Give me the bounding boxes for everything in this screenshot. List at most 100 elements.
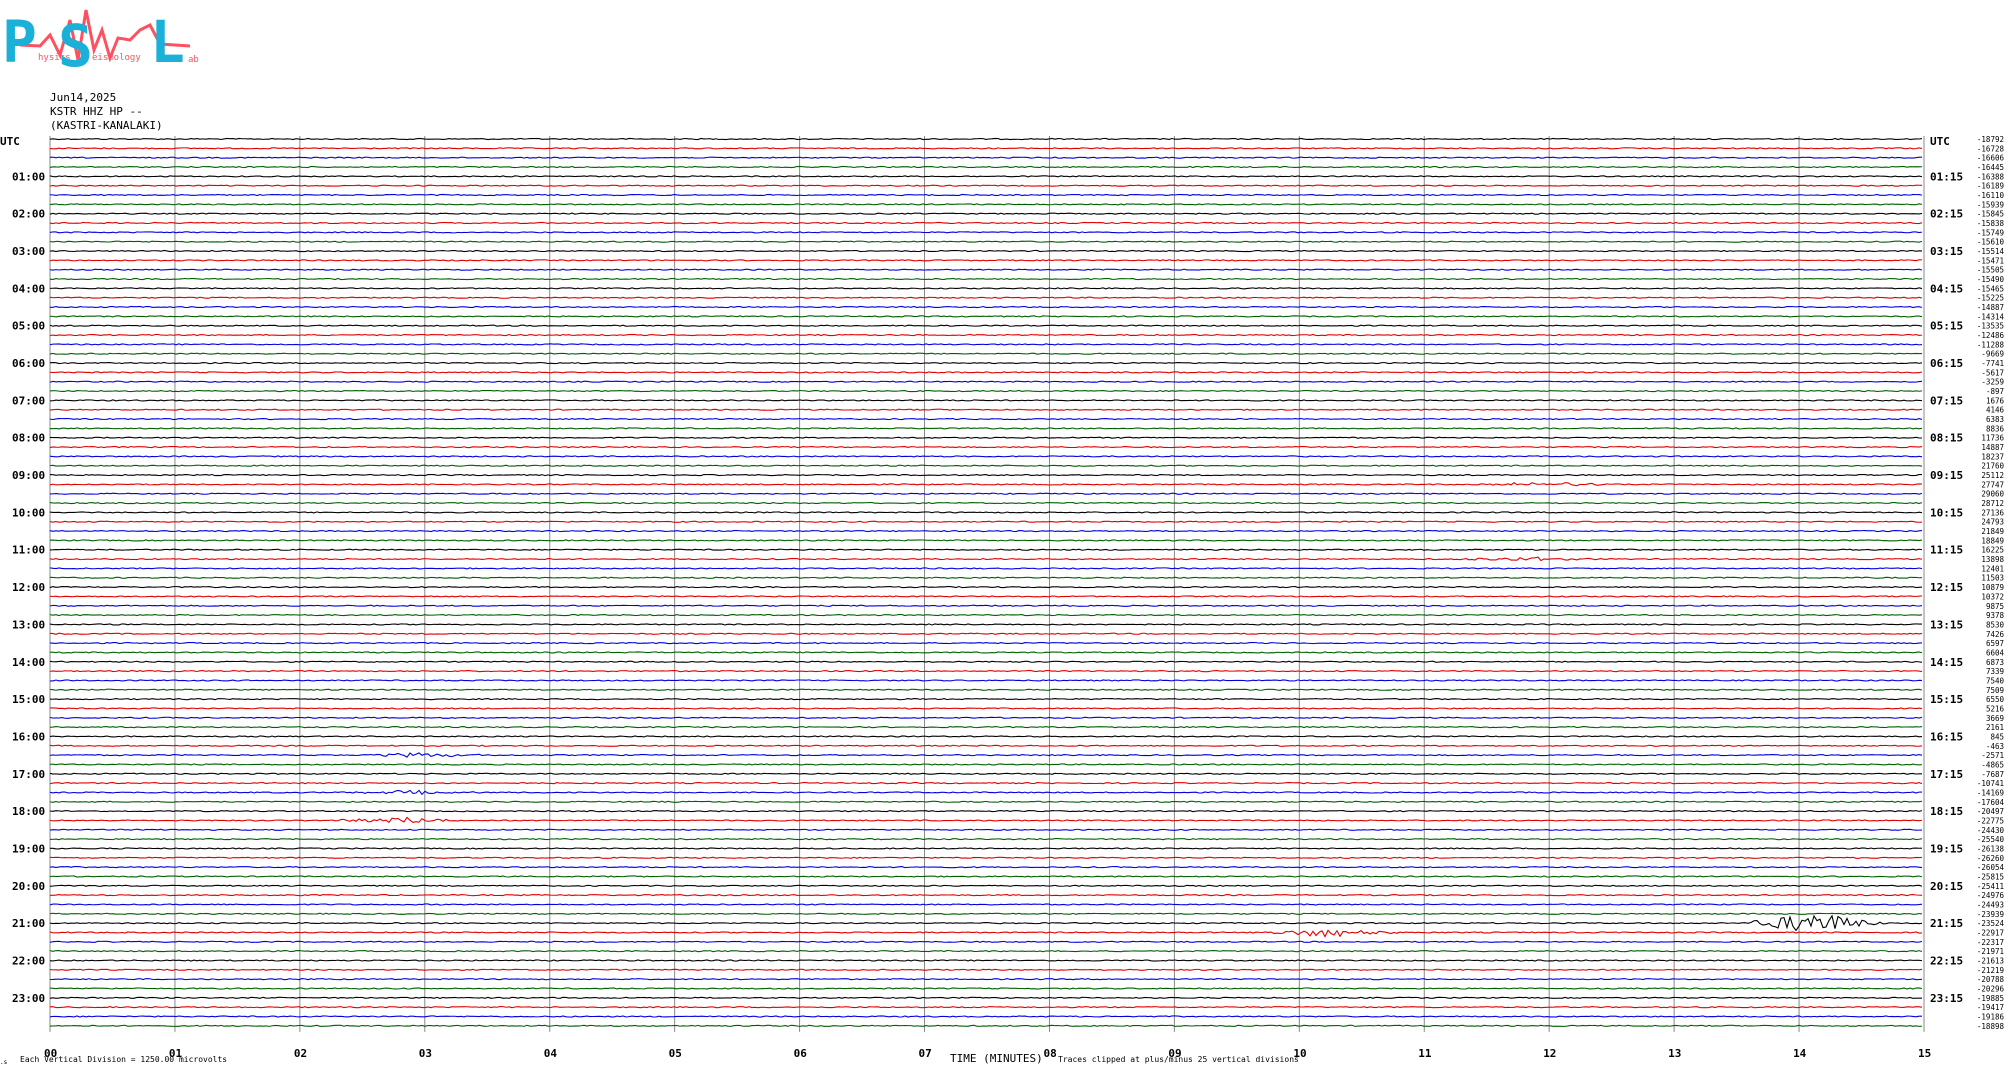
trace-row-94: [49, 1015, 1923, 1018]
trace-row-40: [49, 511, 1923, 514]
right-hour-label: 04:15: [1930, 282, 1963, 295]
trace-row-52: [49, 623, 1923, 626]
trace-offset-label: -15610: [1977, 238, 2005, 247]
left-hour-label: 22:00: [12, 954, 45, 967]
trace-offset-label: -16388: [1977, 172, 2005, 181]
trace-row-21: [49, 333, 1923, 337]
header-station: KSTR HHZ HP --: [50, 105, 143, 118]
trace-row-19: [49, 315, 1923, 318]
trace-offset-label: 9875: [1986, 602, 2004, 611]
trace-row-27: [49, 389, 1923, 393]
trace-offset-label: 11736: [1981, 434, 2004, 443]
x-tick-label: 15: [1918, 1047, 1931, 1060]
x-tick-label: 14: [1793, 1047, 1807, 1060]
trace-offset-label: 6604: [1986, 648, 2005, 657]
trace-row-16: [49, 287, 1923, 290]
header-date: Jun14,2025: [50, 91, 116, 104]
right-hour-label: 08:15: [1930, 432, 1963, 445]
trace-row-35: [49, 464, 1923, 467]
trace-offset-label: 14887: [1981, 443, 2004, 452]
trace-offset-label: 11503: [1981, 574, 2004, 583]
trace-row-95: [49, 1024, 1923, 1027]
trace-offset-label: -21971: [1977, 947, 2004, 956]
trace-offset-label: -15838: [1977, 219, 2005, 228]
trace-offset-label: -17604: [1977, 798, 2005, 807]
trace-row-91: [49, 987, 1923, 990]
trace-offset-label: 8530: [1986, 620, 2005, 629]
trace-row-86: [49, 940, 1923, 943]
trace-offset-label: -15225: [1977, 294, 2004, 303]
left-hour-label: 11:00: [12, 544, 45, 557]
trace-offset-label: 27136: [1981, 508, 2004, 517]
trace-offset-label: -19885: [1977, 994, 2004, 1003]
right-hour-label: 20:15: [1930, 880, 1963, 893]
trace-row-50: [49, 604, 1923, 607]
trace-offset-label: -25411: [1977, 882, 2004, 891]
right-hour-label: 23:15: [1930, 992, 1963, 1005]
trace-offset-label: -20788: [1977, 975, 2005, 984]
left-hour-label: 19:00: [12, 842, 45, 855]
trace-row-89: [49, 968, 1923, 971]
trace-row-87: [49, 950, 1923, 953]
trace-offset-label: -18792: [1977, 135, 2004, 144]
right-hour-label: 15:15: [1930, 693, 1963, 706]
left-hour-label: 02:00: [12, 208, 45, 221]
trace-row-22: [49, 343, 1923, 346]
trace-row-7: [49, 203, 1923, 206]
trace-row-24: [49, 361, 1923, 365]
trace-row-38: [49, 492, 1923, 495]
left-hour-label: 06:00: [12, 357, 45, 370]
right-hour-label: 01:15: [1930, 170, 1963, 183]
trace-offset-label: -25815: [1977, 872, 2004, 881]
trace-row-49: [49, 595, 1923, 598]
trace-row-60: [49, 697, 1923, 701]
trace-row-85: [49, 929, 1923, 938]
trace-row-37: [49, 481, 1923, 487]
left-hour-label: 07:00: [12, 394, 45, 407]
trace-offset-label: -2571: [1981, 751, 2004, 760]
trace-row-31: [49, 427, 1923, 430]
left-hour-label: 14:00: [12, 656, 45, 669]
trace-offset-label: -16189: [1977, 182, 2004, 191]
left-hour-label: 08:00: [12, 432, 45, 445]
trace-row-64: [49, 735, 1923, 738]
trace-offset-label: -14169: [1977, 788, 2004, 797]
trace-offset-label: 28712: [1981, 499, 2004, 508]
trace-row-11: [49, 240, 1923, 243]
trace-row-59: [49, 688, 1923, 691]
x-tick-label: 11: [1418, 1047, 1432, 1060]
trace-offset-label: -15845: [1977, 210, 2004, 219]
trace-row-17: [49, 296, 1923, 299]
x-axis-title: TIME (MINUTES): [950, 1052, 1043, 1065]
trace-offset-label: 13898: [1981, 555, 2004, 564]
trace-row-3: [49, 165, 1923, 169]
right-hour-labels: 01:15 02:15 03:15 04:15 05:15 06:15 07:15 08:15…: [1930, 170, 1963, 1004]
left-hour-label: 03:00: [12, 245, 45, 258]
right-hour-label: 14:15: [1930, 656, 1963, 669]
trace-offset-label: -12486: [1977, 331, 2005, 340]
trace-row-43: [49, 539, 1923, 542]
logo-letter-p: P: [2, 8, 37, 76]
trace-offset-label: 5216: [1986, 704, 2005, 713]
trace-row-36: [49, 473, 1923, 477]
footer-mark: .s: [0, 1059, 8, 1066]
left-hour-label: 23:00: [12, 992, 45, 1005]
trace-offset-label: -21613: [1977, 956, 2004, 965]
trace-row-29: [49, 408, 1923, 411]
trace-row-6: [49, 193, 1923, 197]
trace-row-10: [49, 231, 1923, 234]
right-hour-label: 12:15: [1930, 581, 1963, 594]
right-hour-label: 18:15: [1930, 805, 1963, 818]
logo-word-physics: hysics: [38, 53, 71, 63]
trace-row-26: [49, 380, 1923, 383]
trace-row-77: [49, 856, 1923, 859]
left-hour-label: 16:00: [12, 730, 45, 743]
trace-offset-label: -15471: [1977, 256, 2004, 265]
trace-offset-label: 7509: [1986, 686, 2004, 695]
trace-row-72: [49, 809, 1923, 813]
trace-offset-label: -26054: [1977, 863, 2005, 872]
trace-row-92: [49, 996, 1923, 999]
trace-row-8: [49, 212, 1923, 215]
trace-offset-label: -21219: [1977, 966, 2004, 975]
trace-row-47: [49, 576, 1923, 579]
